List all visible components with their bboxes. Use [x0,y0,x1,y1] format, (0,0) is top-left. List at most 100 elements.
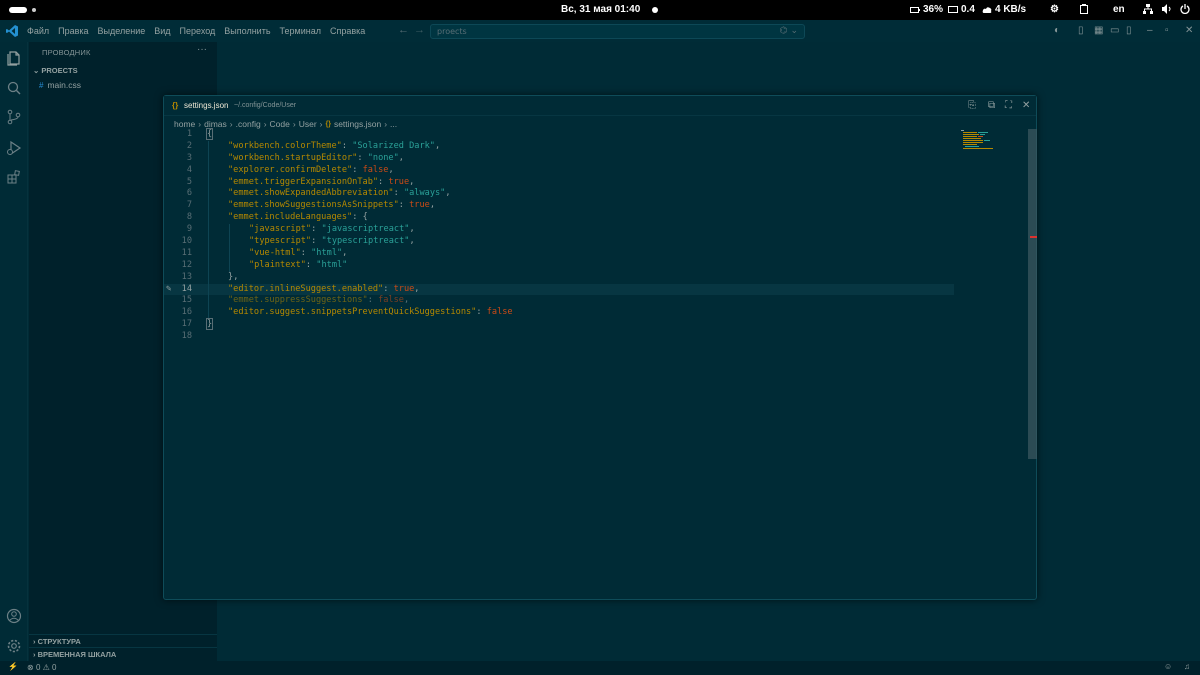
code-line[interactable]: 5 "emmet.triggerExpansionOnTab": true, [164,176,1028,189]
line-number: 9 [186,224,192,235]
menu-edit[interactable]: Правка [58,26,88,36]
line-number: 12 [181,259,192,270]
run-debug-icon[interactable] [6,140,22,156]
breadcrumb: home › dimas › .config › Code › User › {} set… [174,119,398,129]
toggle-sidebar-icon[interactable]: ▯ [1078,25,1084,36]
menu-run[interactable]: Выполнить [224,26,270,36]
fullscreen-icon[interactable]: ⛶ [1005,100,1012,111]
notifications-bell-icon[interactable]: ♫ [1184,662,1190,671]
copilot-status-icon[interactable]: ☺ [1164,662,1172,671]
code-line[interactable]: 14 ✎ "editor.inlineSuggest.enabled": true, [164,283,954,296]
line-number: 2 [186,140,192,151]
close-window-icon[interactable]: ✕ [1185,25,1193,36]
code-line[interactable]: 18 [164,331,1028,343]
command-center-search[interactable]: proects ⌬ ⌄ [430,24,805,39]
status-bar: ⚡ ⊗ 0 ⚠ 0 ☺ ♫ [0,661,1200,675]
volume-icon[interactable] [1162,4,1172,14]
editor-tab[interactable]: {} settings.json ~/.config/Code/User ⎘ ⧉… [164,96,1036,116]
code-editor[interactable]: 1{2 "workbench.colorTheme": "Solarized Da… [164,128,1028,343]
code-text: "emmet.showSuggestionsAsSnippets": true, [228,200,436,211]
line-number: 5 [186,176,192,187]
explorer-icon[interactable] [6,50,22,66]
folder-name: PROECTS [41,66,78,75]
line-number: 3 [186,152,192,163]
layout-icon[interactable]: ▦ [1094,25,1103,36]
minimize-icon[interactable]: – [1147,25,1153,36]
code-line[interactable]: 13}, [164,271,1028,284]
menu-view[interactable]: Вид [154,26,170,36]
keyboard-layout[interactable]: en [1113,4,1125,15]
code-line[interactable]: 2 "workbench.colorTheme": "Solarized Dark… [164,140,1028,153]
vertical-scrollbar[interactable] [1028,129,1037,459]
cpu-indicator[interactable]: 0.4 [948,4,975,15]
menu-terminal[interactable]: Терминал [280,26,321,36]
folder-header[interactable]: ⌄ PROECTS [29,66,217,78]
network-wired-icon[interactable] [1143,4,1153,14]
breadcrumb-config[interactable]: .config [236,119,261,129]
code-line[interactable]: 12 "plaintext": "html" [164,259,1028,272]
network-indicator[interactable]: 4 KB/s [982,4,1026,15]
scrollbar-marker [1030,236,1037,238]
code-line[interactable]: 10 "typescript": "typescriptreact", [164,236,1028,248]
breadcrumb-code[interactable]: Code [270,119,290,129]
code-line[interactable]: 17} [164,318,1028,331]
errors-indicator[interactable]: ⊗ 0 ⚠ 0 [27,663,56,672]
code-line[interactable]: 6 "emmet.showExpandedAbbreviation": "alwa… [164,188,1028,201]
outline-section[interactable]: › СТРУКТУРА [29,634,217,647]
back-arrow-icon[interactable]: ← [398,24,409,36]
code-line[interactable]: 3 "workbench.startupEditor": "none", [164,152,1028,165]
extensions-icon[interactable] [6,169,22,185]
accounts-icon[interactable]: ◐ [1054,25,1060,36]
close-icon[interactable]: ✕ [1022,100,1030,111]
maximize-icon[interactable]: ▫ [1165,25,1169,36]
breadcrumb-user[interactable]: User [299,119,317,129]
breadcrumb-dimas[interactable]: dimas [204,119,227,129]
code-line[interactable]: 15 "emmet.suppressSuggestions": false, [164,295,1028,308]
code-line[interactable]: 8 "emmet.includeLanguages": { [164,212,1028,225]
source-control-icon[interactable] [6,109,22,125]
code-line[interactable]: 9 "javascript": "javascriptreact", [164,224,1028,237]
more-actions-icon[interactable]: ··· [197,44,207,55]
search-icon[interactable] [6,80,22,96]
code-line[interactable]: 16 "editor.suggest.snippetsPreventQuickSu… [164,307,1028,320]
search-value: proects [437,27,467,36]
menu-help[interactable]: Справка [330,26,365,36]
copy-icon[interactable]: ⎘ [968,100,976,111]
minimap[interactable] [961,130,997,150]
extension-icon[interactable]: ⚙ [1050,4,1059,15]
code-text: } [205,318,214,331]
toggle-secondary-sidebar-icon[interactable]: ▯ [1126,25,1132,36]
edit-pencil-icon[interactable]: ✎ [166,284,171,296]
load-value: 0.4 [961,4,975,15]
toggle-panel-icon[interactable]: ▭ [1110,25,1119,36]
breadcrumb-home[interactable]: home [174,119,195,129]
clock[interactable]: Вс, 31 мая 01:40 [561,4,640,15]
menu-file[interactable]: Файл [27,26,49,36]
file-item[interactable]: # main.css [39,80,81,90]
settings-gear-icon[interactable] [6,638,22,654]
battery-indicator[interactable]: 36% [910,4,943,15]
clipboard-icon[interactable] [1080,4,1088,14]
menu-go[interactable]: Переход [180,26,216,36]
account-icon[interactable] [6,608,22,624]
workspace-dot[interactable] [32,8,36,12]
breadcrumb-file[interactable]: settings.json [334,119,381,129]
code-line[interactable]: 7 "emmet.showSuggestionsAsSnippets": true… [164,200,1028,213]
menu-selection[interactable]: Выделение [98,26,146,36]
forward-arrow-icon[interactable]: → [414,24,425,36]
json-file-icon: {} [325,120,331,128]
power-icon[interactable] [1180,4,1190,14]
code-text: "emmet.suppressSuggestions": false, [228,295,410,306]
code-line[interactable]: 1{ [164,128,1028,141]
workspace-indicator[interactable] [9,7,27,13]
code-line[interactable]: 4 "explorer.confirmDelete": false, [164,164,1028,177]
outline-label: СТРУКТУРА [37,637,81,646]
timeline-section[interactable]: › ВРЕМЕННАЯ ШКАЛА [29,647,217,660]
dock-editor-icon[interactable]: ⧉ [988,100,995,111]
code-line[interactable]: 11 "vue-html": "html", [164,247,1028,260]
errors-count: 0 [35,663,41,672]
remote-icon[interactable]: ⚡ [8,662,18,671]
code-text: "vue-html": "html", [249,247,348,258]
breadcrumb-symbol[interactable]: ... [390,119,397,129]
copilot-icon[interactable]: ⌬ ⌄ [780,26,798,36]
